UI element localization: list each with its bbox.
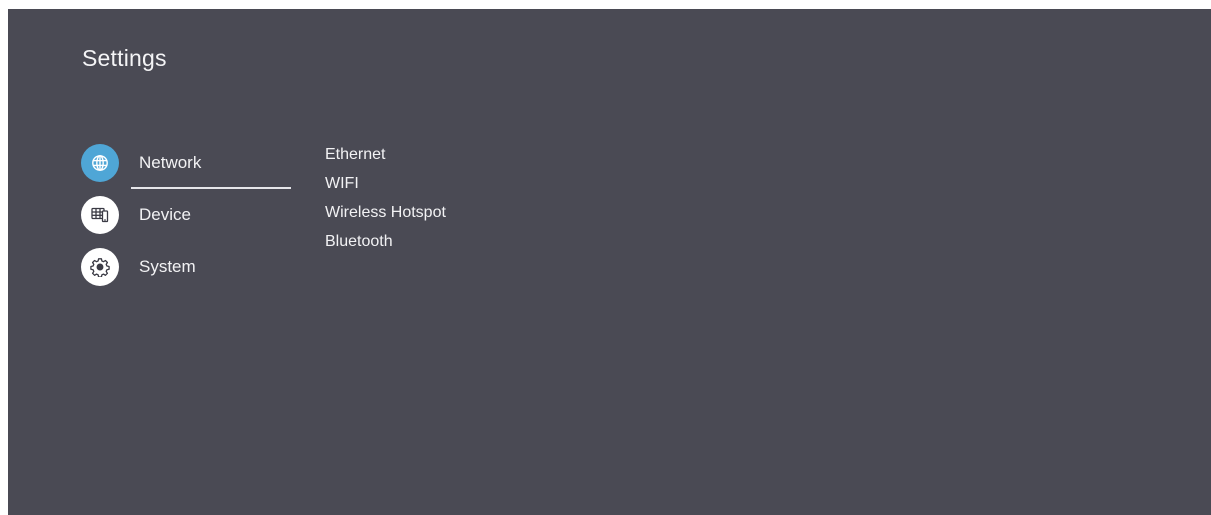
sidebar-item-network[interactable]: Network bbox=[81, 137, 291, 189]
sidebar-item-label: System bbox=[139, 257, 196, 276]
gear-icon bbox=[81, 248, 119, 286]
submenu-item-ethernet[interactable]: Ethernet bbox=[325, 143, 446, 172]
submenu-item-bluetooth[interactable]: Bluetooth bbox=[325, 230, 446, 259]
settings-screen: Settings Network Device System Ethernet … bbox=[8, 9, 1211, 515]
sidebar-item-system[interactable]: System bbox=[81, 241, 291, 293]
sidebar-item-label: Device bbox=[139, 205, 191, 224]
network-submenu: Ethernet WIFI Wireless Hotspot Bluetooth bbox=[325, 143, 446, 259]
globe-icon bbox=[81, 144, 119, 182]
page-title: Settings bbox=[82, 45, 167, 71]
sidebar-item-label: Network bbox=[139, 153, 202, 172]
sidebar: Network Device System bbox=[81, 137, 291, 293]
device-icon bbox=[81, 196, 119, 234]
sidebar-item-device[interactable]: Device bbox=[81, 189, 291, 241]
submenu-item-wireless-hotspot[interactable]: Wireless Hotspot bbox=[325, 201, 446, 230]
submenu-item-wifi[interactable]: WIFI bbox=[325, 172, 446, 201]
